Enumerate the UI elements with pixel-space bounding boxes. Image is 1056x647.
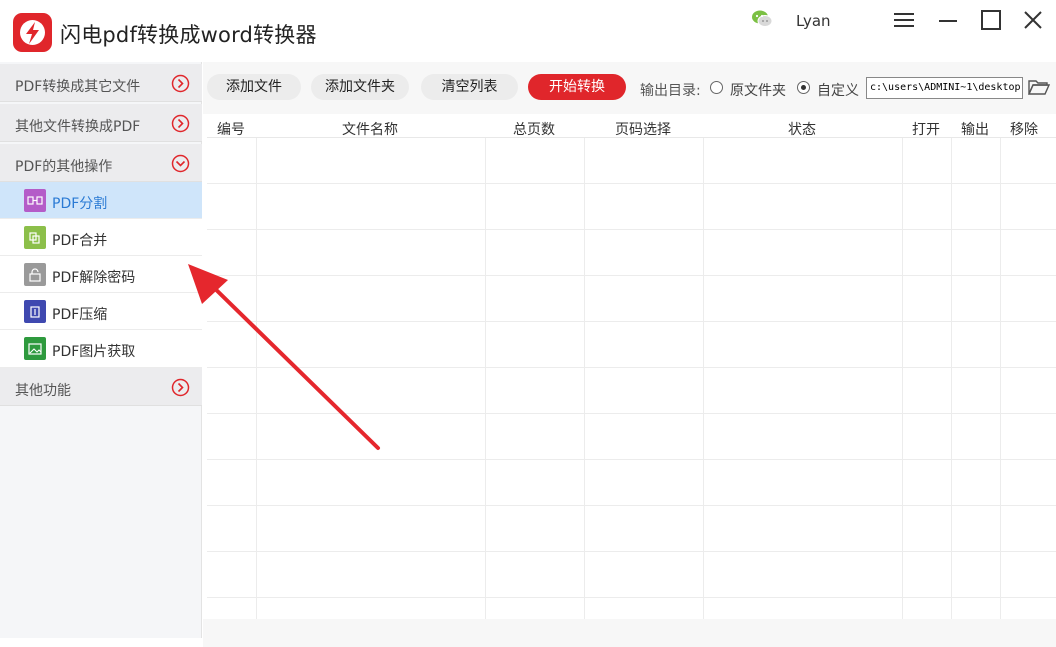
minimize-icon[interactable]: [936, 9, 960, 31]
title-bar: 闪电pdf转换成word转换器 Lyan: [0, 0, 1056, 62]
chevron-down-icon: [171, 154, 190, 173]
add-file-button[interactable]: 添加文件: [207, 74, 301, 100]
col-header-page-select: 页码选择: [615, 122, 671, 138]
toolbar: 添加文件 添加文件夹 清空列表 开始转换 输出目录: 原文件夹 自定义 c:\u…: [203, 62, 1056, 114]
sidebar-item-label: PDF解除密码: [52, 270, 136, 286]
section-label: 其他功能: [15, 383, 71, 399]
folder-open-icon[interactable]: [1028, 78, 1050, 96]
app-title: 闪电pdf转换成word转换器: [60, 23, 317, 47]
column-divider: [703, 138, 704, 619]
sidebar-item-pdf-image-extract[interactable]: PDF图片获取: [0, 330, 202, 368]
status-bar: [203, 619, 1056, 647]
row-divider: [207, 459, 1056, 460]
chevron-right-icon: [171, 114, 190, 133]
output-path-input[interactable]: c:\users\ADMINI~1\desktop: [866, 77, 1023, 99]
sidebar-section-pdf-other-ops[interactable]: PDF的其他操作: [0, 144, 202, 182]
row-divider: [207, 321, 1056, 322]
sidebar-section-other-functions[interactable]: 其他功能: [0, 368, 202, 406]
col-header-open: 打开: [912, 122, 940, 138]
row-divider: [207, 183, 1056, 184]
sidebar-item-label: PDF合并: [52, 233, 108, 249]
pdf-compress-icon: [24, 300, 46, 323]
row-divider: [207, 229, 1056, 230]
col-header-status: 状态: [788, 122, 816, 138]
column-divider: [584, 138, 585, 619]
menu-icon[interactable]: [892, 9, 916, 31]
username[interactable]: Lyan: [796, 12, 831, 30]
radio-original-folder[interactable]: [710, 81, 723, 94]
close-icon[interactable]: [1021, 9, 1045, 31]
pdf-unlock-icon: [24, 263, 46, 286]
sidebar-item-pdf-split[interactable]: PDF分割: [0, 182, 202, 219]
row-divider: [207, 597, 1056, 598]
start-convert-button[interactable]: 开始转换: [528, 74, 626, 100]
output-dir-label: 输出目录:: [640, 83, 701, 99]
row-divider: [207, 367, 1056, 368]
sidebar-item-pdf-merge[interactable]: PDF合并: [0, 219, 202, 256]
section-label: PDF转换成其它文件: [15, 79, 141, 95]
section-label: 其他文件转换成PDF: [15, 119, 141, 135]
column-divider: [1000, 138, 1001, 619]
sidebar-item-label: PDF压缩: [52, 307, 108, 323]
col-header-output: 输出: [961, 122, 989, 138]
maximize-icon[interactable]: [979, 9, 1003, 31]
col-header-total-pages: 总页数: [513, 122, 555, 138]
radio-original-label[interactable]: 原文件夹: [730, 80, 786, 100]
sidebar-section-other-to-pdf[interactable]: 其他文件转换成PDF: [0, 104, 202, 142]
row-divider: [207, 275, 1056, 276]
radio-custom-folder[interactable]: [797, 81, 810, 94]
row-divider: [207, 413, 1056, 414]
col-header-remove: 移除: [1010, 122, 1038, 138]
column-divider: [485, 138, 486, 619]
sidebar-item-label: PDF图片获取: [52, 344, 136, 360]
row-divider: [207, 551, 1056, 552]
column-divider: [951, 138, 952, 619]
table-header: 编号 文件名称 总页数 页码选择 状态 打开 输出 移除: [207, 114, 1056, 138]
chevron-right-icon: [171, 378, 190, 397]
pdf-split-icon: [24, 189, 46, 212]
file-table: 编号 文件名称 总页数 页码选择 状态 打开 输出 移除: [207, 114, 1056, 619]
sidebar-item-pdf-unlock[interactable]: PDF解除密码: [0, 256, 202, 293]
section-label: PDF的其他操作: [15, 159, 113, 175]
sidebar-item-label: PDF分割: [52, 196, 108, 212]
column-divider: [902, 138, 903, 619]
col-header-index: 编号: [217, 122, 245, 138]
clear-list-button[interactable]: 清空列表: [421, 74, 518, 100]
column-divider: [256, 138, 257, 619]
pdf-merge-icon: [24, 226, 46, 249]
col-header-filename: 文件名称: [342, 122, 398, 138]
sidebar: PDF转换成其它文件 其他文件转换成PDF PDF的其他操作 PDF分割 PDF…: [0, 62, 202, 638]
wechat-icon[interactable]: [751, 9, 773, 29]
sidebar-item-pdf-compress[interactable]: PDF压缩: [0, 293, 202, 330]
sidebar-section-pdf-to-other[interactable]: PDF转换成其它文件: [0, 64, 202, 102]
app-logo-icon: [13, 13, 52, 52]
add-folder-button[interactable]: 添加文件夹: [311, 74, 409, 100]
pdf-image-icon: [24, 337, 46, 360]
row-divider: [207, 505, 1056, 506]
radio-custom-label[interactable]: 自定义: [817, 80, 859, 100]
chevron-right-icon: [171, 74, 190, 93]
